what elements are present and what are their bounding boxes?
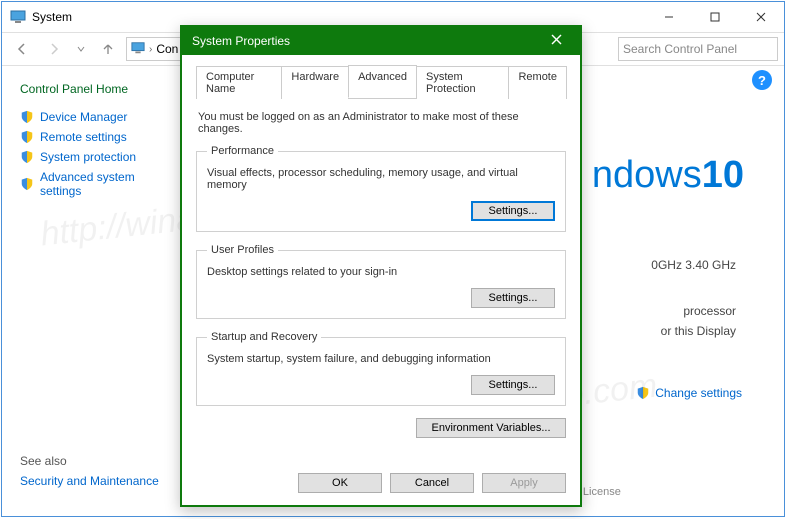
sidebar-item-1[interactable]: Remote settings [20,130,157,144]
sidebar-item-label: Remote settings [40,130,127,144]
dialog-close-button[interactable] [542,34,570,48]
system-icon-small [131,41,145,58]
group-startup-and-recovery: Startup and Recovery System startup, syst… [196,331,566,406]
shield-icon [20,177,34,191]
dialog-titlebar: System Properties [182,27,580,55]
control-panel-home-link[interactable]: Control Panel Home [20,82,157,96]
group-description: System startup, system failure, and debu… [207,353,555,365]
see-also-link[interactable]: Security and Maintenance [20,474,159,488]
dialog-body: Computer NameHardwareAdvancedSystem Prot… [182,55,580,463]
sidebar-item-2[interactable]: System protection [20,150,157,164]
group-description: Desktop settings related to your sign-in [207,266,555,278]
sidebar: Control Panel Home Device Manager Remote … [2,66,167,516]
sidebar-item-0[interactable]: Device Manager [20,110,157,124]
system-properties-dialog: System Properties Computer NameHardwareA… [180,25,582,507]
back-button[interactable] [8,36,36,62]
tab-hardware[interactable]: Hardware [281,66,349,99]
search-input[interactable]: Search Control Panel [618,37,778,61]
group-description: Visual effects, processor scheduling, me… [207,167,555,191]
window-controls [646,2,784,32]
sidebar-item-label: System protection [40,150,136,164]
tab-strip: Computer NameHardwareAdvancedSystem Prot… [196,65,566,99]
cancel-button[interactable]: Cancel [390,473,474,493]
breadcrumb-item[interactable]: Con [156,42,178,56]
minimize-button[interactable] [646,2,692,32]
shield-icon [20,150,34,164]
group-user-profiles: User Profiles Desktop settings related to… [196,244,566,319]
processor-info: processor [683,304,736,318]
environment-variables-button[interactable]: Environment Variables... [416,418,566,438]
system-icon [10,9,26,25]
settings-button-0[interactable]: Settings... [471,201,555,221]
window-title: System [32,10,72,24]
sidebar-item-3[interactable]: Advanced system settings [20,170,157,198]
group-legend: Performance [207,145,278,157]
sidebar-item-label: Advanced system settings [40,170,157,198]
recent-dropdown[interactable] [72,36,90,62]
settings-button-1[interactable]: Settings... [471,288,555,308]
group-legend: Startup and Recovery [207,331,321,343]
settings-button-2[interactable]: Settings... [471,375,555,395]
dialog-footer: OK Cancel Apply [182,463,580,505]
search-placeholder: Search Control Panel [623,42,737,56]
shield-icon [636,386,650,400]
ok-button[interactable]: OK [298,473,382,493]
tab-computer-name[interactable]: Computer Name [196,66,282,99]
apply-button[interactable]: Apply [482,473,566,493]
sidebar-item-label: Device Manager [40,110,127,124]
cpu-info: 0GHz 3.40 GHz [651,258,736,272]
maximize-button[interactable] [692,2,738,32]
tab-remote[interactable]: Remote [508,66,567,99]
close-button[interactable] [738,2,784,32]
help-icon[interactable]: ? [752,70,772,90]
forward-button[interactable] [40,36,68,62]
shield-icon [20,130,34,144]
tab-advanced[interactable]: Advanced [348,65,417,98]
see-also-header: See also [20,454,159,468]
tab-system-protection[interactable]: System Protection [416,66,509,99]
dialog-title: System Properties [192,34,290,48]
chevron-right-icon: › [149,44,152,55]
group-legend: User Profiles [207,244,278,256]
shield-icon [20,110,34,124]
up-button[interactable] [94,36,122,62]
admin-note: You must be logged on as an Administrato… [198,111,564,135]
change-settings-link[interactable]: Change settings [636,386,742,400]
display-info: or this Display [661,324,736,338]
windows-brand: ndows10 [592,154,744,197]
group-performance: Performance Visual effects, processor sch… [196,145,566,232]
